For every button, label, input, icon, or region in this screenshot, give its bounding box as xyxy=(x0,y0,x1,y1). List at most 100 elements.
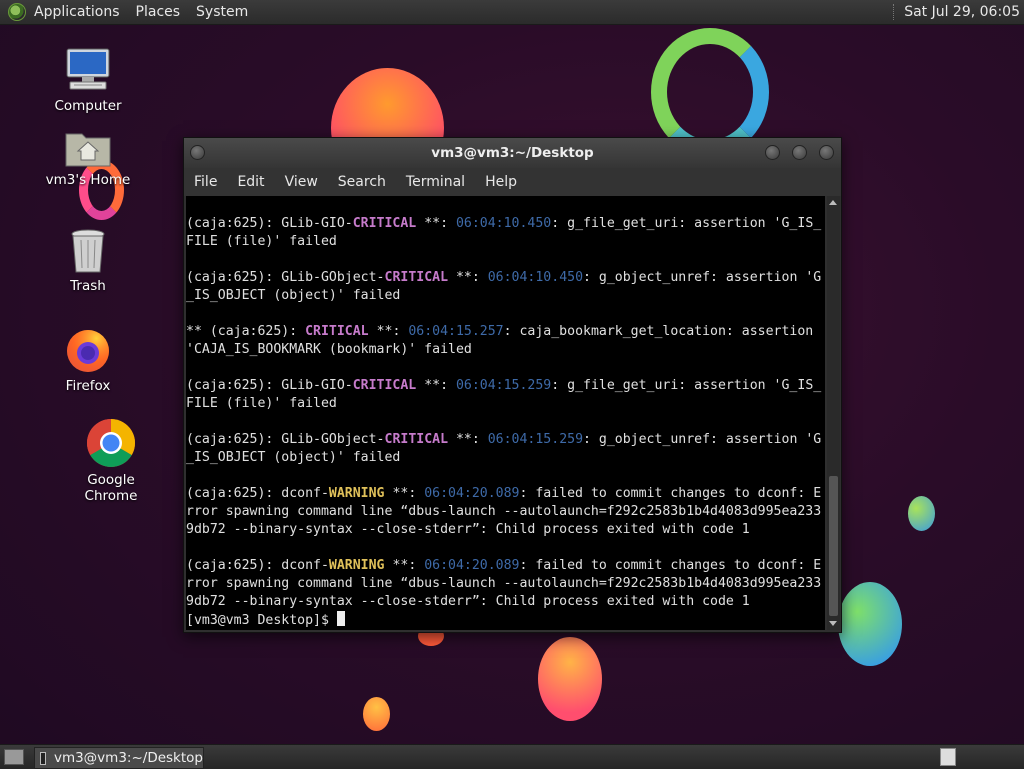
log-separator: **: xyxy=(416,378,456,393)
log-prefix: (caja:625): dconf- xyxy=(186,486,329,501)
terminal-line: 9db72 --binary-syntax --close-stderr”: C… xyxy=(186,593,821,611)
menu-help[interactable]: Help xyxy=(485,174,517,190)
wallpaper-bubble xyxy=(838,582,902,666)
log-level: CRITICAL xyxy=(384,432,449,447)
shell-prompt: [vm3@vm3 Desktop]$ xyxy=(186,613,337,628)
mate-logo-icon[interactable] xyxy=(8,3,26,21)
taskbar-terminal-button[interactable]: vm3@vm3:~/Desktop xyxy=(34,747,204,769)
log-message: : failed to commit changes to dconf: E xyxy=(519,486,822,501)
log-prefix: (caja:625): GLib-GIO- xyxy=(186,378,353,393)
terminal-line: (caja:625): dconf-WARNING **: 06:04:20.0… xyxy=(186,485,821,503)
window-titlebar[interactable]: vm3@vm3:~/Desktop xyxy=(184,138,841,168)
terminal-scrollbar[interactable] xyxy=(827,196,840,630)
log-message-continued: _IS_OBJECT (object)' failed xyxy=(186,288,401,303)
desktop-icon-label: Google Chrome xyxy=(84,472,138,504)
home-folder-icon xyxy=(64,128,112,168)
menu-search[interactable]: Search xyxy=(338,174,386,190)
log-prefix: ** (caja:625): xyxy=(186,324,306,339)
log-message: : caja_bookmark_get_location: assertion xyxy=(503,324,814,339)
firefox-icon xyxy=(64,326,112,374)
log-prefix: (caja:625): GLib-GIO- xyxy=(186,216,353,231)
log-message: : g_object_unref: assertion 'G xyxy=(583,270,822,285)
log-timestamp: 06:04:15.257 xyxy=(408,324,504,339)
log-message: : g_object_unref: assertion 'G xyxy=(583,432,822,447)
log-message-continued: rror spawning command line “dbus-launch … xyxy=(186,504,822,519)
log-level: WARNING xyxy=(328,558,385,573)
close-button[interactable] xyxy=(819,145,834,160)
desktop-icon-label: Trash xyxy=(70,278,106,294)
terminal-line: (caja:625): GLib-GObject-CRITICAL **: 06… xyxy=(186,431,821,449)
menu-terminal[interactable]: Terminal xyxy=(406,174,465,190)
chrome-icon xyxy=(86,418,136,468)
log-level: CRITICAL xyxy=(305,324,369,339)
terminal-line: _IS_OBJECT (object)' failed xyxy=(186,449,821,467)
log-separator: **: xyxy=(448,270,488,285)
terminal-line: 9db72 --binary-syntax --close-stderr”: C… xyxy=(186,521,821,539)
log-prefix: (caja:625): dconf- xyxy=(186,558,329,573)
bottom-panel: vm3@vm3:~/Desktop xyxy=(0,744,1024,769)
log-level: CRITICAL xyxy=(384,270,449,285)
scroll-up-arrow-icon[interactable] xyxy=(829,200,837,205)
log-timestamp: 06:04:15.259 xyxy=(487,432,584,447)
desktop-icon-label: vm3's Home xyxy=(45,172,131,188)
log-separator: **: xyxy=(384,558,425,573)
terminal-line: (caja:625): dconf-WARNING **: 06:04:20.0… xyxy=(186,557,821,575)
maximize-button[interactable] xyxy=(792,145,807,160)
log-prefix: (caja:625): GLib-GObject- xyxy=(186,432,385,447)
log-separator: **: xyxy=(368,324,409,339)
menu-applications[interactable]: Applications xyxy=(34,4,120,20)
menu-file[interactable]: File xyxy=(194,174,217,190)
log-level: CRITICAL xyxy=(352,216,417,231)
log-message: : g_file_get_uri: assertion 'G_IS_ xyxy=(551,216,822,231)
log-message-continued: rror spawning command line “dbus-launch … xyxy=(186,576,822,591)
log-message-continued: 9db72 --binary-syntax --close-stderr”: C… xyxy=(186,522,750,537)
terminal-menubar: File Edit View Search Terminal Help xyxy=(184,168,841,196)
log-level: CRITICAL xyxy=(352,378,417,393)
log-message-continued: 9db72 --binary-syntax --close-stderr”: C… xyxy=(186,594,750,609)
menu-view[interactable]: View xyxy=(285,174,318,190)
log-separator: **: xyxy=(448,432,488,447)
terminal-line: (caja:625): GLib-GIO-CRITICAL **: 06:04:… xyxy=(186,215,821,233)
menu-system[interactable]: System xyxy=(196,4,248,20)
desktop-icon-computer[interactable]: Computer xyxy=(38,46,138,114)
panel-separator xyxy=(893,4,896,20)
menu-places[interactable]: Places xyxy=(136,4,181,20)
wallpaper-bubble xyxy=(363,697,390,731)
minimize-button[interactable] xyxy=(765,145,780,160)
log-timestamp: 06:04:20.089 xyxy=(424,558,520,573)
text-cursor xyxy=(336,611,345,626)
log-timestamp: 06:04:20.089 xyxy=(424,486,520,501)
log-message-continued: 'CAJA_IS_BOOKMARK (bookmark)' failed xyxy=(186,342,472,357)
desktop-icon-label: Computer xyxy=(54,98,122,114)
log-timestamp: 06:04:15.259 xyxy=(455,378,552,393)
log-message-continued: FILE (file)' failed xyxy=(186,234,337,249)
top-panel: Applications Places System Sat Jul 29, 0… xyxy=(0,0,1024,25)
log-message-continued: FILE (file)' failed xyxy=(186,396,337,411)
log-level: WARNING xyxy=(328,486,385,501)
log-separator: **: xyxy=(416,216,456,231)
terminal-line: FILE (file)' failed xyxy=(186,233,821,251)
menu-edit[interactable]: Edit xyxy=(237,174,264,190)
clock[interactable]: Sat Jul 29, 06:05 xyxy=(904,4,1020,20)
taskbar-label: vm3@vm3:~/Desktop xyxy=(53,750,203,766)
scrollbar-thumb[interactable] xyxy=(829,476,838,616)
window-menu-button[interactable] xyxy=(190,145,205,160)
wallpaper-bubble xyxy=(908,496,935,531)
terminal-line: (caja:625): GLib-GIO-CRITICAL **: 06:04:… xyxy=(186,377,821,395)
terminal-output[interactable]: (caja:625): GLib-GIO-CRITICAL **: 06:04:… xyxy=(186,196,825,630)
show-desktop-icon[interactable] xyxy=(4,749,24,765)
scroll-down-arrow-icon[interactable] xyxy=(829,621,837,626)
workspace-switcher[interactable] xyxy=(940,748,956,766)
desktop-icon-home[interactable]: vm3's Home xyxy=(38,128,138,188)
log-message: : failed to commit changes to dconf: E xyxy=(519,558,822,573)
terminal-window[interactable]: vm3@vm3:~/Desktop File Edit View Search … xyxy=(183,137,842,633)
desktop-icon-trash[interactable]: Trash xyxy=(38,228,138,294)
desktop-icon-chrome[interactable]: Google Chrome xyxy=(61,418,161,504)
log-message-continued: _IS_OBJECT (object)' failed xyxy=(186,450,401,465)
desktop-icon-firefox[interactable]: Firefox xyxy=(38,326,138,394)
